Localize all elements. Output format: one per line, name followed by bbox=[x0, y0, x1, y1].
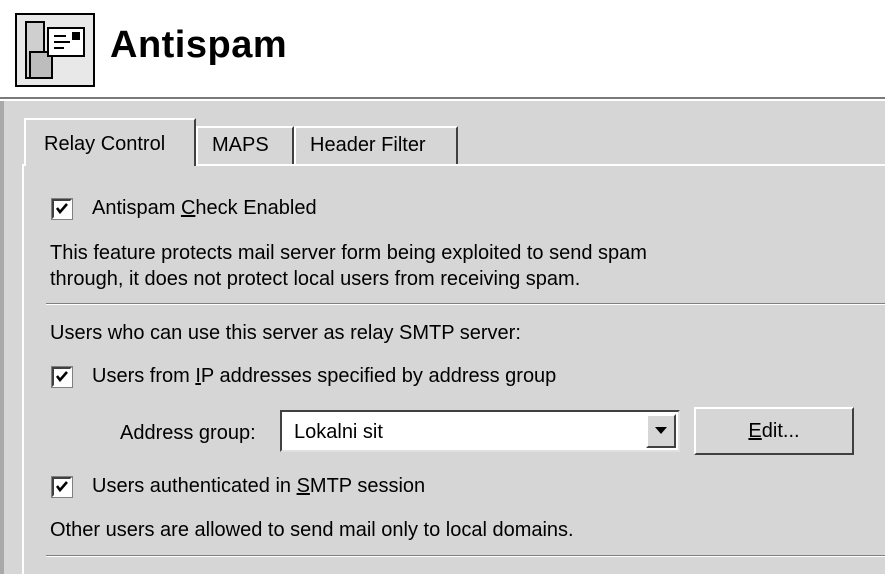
tab-label: Relay Control bbox=[44, 133, 166, 155]
label-text: Users authenticated in bbox=[92, 475, 297, 497]
antispam-check-checkbox[interactable] bbox=[51, 198, 73, 220]
header-divider-highlight bbox=[0, 99, 885, 101]
smtp-auth-label[interactable]: Users authenticated in SMTP session bbox=[92, 475, 425, 498]
window-left-border bbox=[0, 101, 4, 574]
edit-button[interactable]: Edit... bbox=[694, 407, 854, 455]
header-banner: Antispam bbox=[0, 0, 885, 98]
tab-maps[interactable]: MAPS bbox=[196, 126, 294, 164]
label-text: P addresses specified by address group bbox=[200, 365, 557, 387]
mail-server-icon bbox=[14, 12, 96, 88]
smtp-auth-checkbox[interactable] bbox=[51, 476, 73, 498]
tab-relay-control[interactable]: Relay Control bbox=[24, 118, 196, 166]
separator bbox=[46, 303, 885, 304]
button-label: dit... bbox=[761, 420, 800, 442]
chevron-down-icon bbox=[655, 427, 667, 434]
button-accelerator: E bbox=[748, 420, 762, 442]
tab-label: Header Filter bbox=[310, 134, 426, 156]
label-text: Users from bbox=[92, 365, 196, 387]
label-text: Antispam bbox=[92, 197, 181, 219]
relay-heading: Users who can use this server as relay S… bbox=[50, 322, 521, 344]
footer-note: Other users are allowed to send mail onl… bbox=[50, 519, 574, 541]
tab-label: MAPS bbox=[212, 134, 269, 156]
tab-header-filter[interactable]: Header Filter bbox=[294, 126, 458, 164]
label-text: heck Enabled bbox=[195, 197, 317, 219]
checkmark-icon bbox=[55, 481, 68, 493]
ip-users-checkbox[interactable] bbox=[51, 366, 73, 388]
address-group-label: Address group: bbox=[120, 422, 256, 444]
label-accelerator: S bbox=[296, 475, 310, 497]
address-group-value: Lokalni sit bbox=[294, 421, 383, 443]
page-title: Antispam bbox=[110, 24, 288, 66]
label-accelerator: C bbox=[180, 197, 196, 219]
checkmark-icon bbox=[55, 203, 68, 215]
address-group-select[interactable]: Lokalni sit bbox=[280, 410, 680, 452]
description-line-2: through, it does not protect local users… bbox=[50, 268, 581, 290]
separator bbox=[46, 555, 885, 556]
tab-panel-border-left bbox=[22, 164, 24, 574]
label-text: MTP session bbox=[309, 475, 426, 497]
dropdown-arrow-button[interactable] bbox=[646, 414, 676, 448]
antispam-check-label[interactable]: Antispam Check Enabled bbox=[92, 197, 317, 220]
description-line-1: This feature protects mail server form b… bbox=[50, 242, 647, 264]
ip-users-label[interactable]: Users from IP addresses specified by add… bbox=[92, 365, 556, 388]
checkmark-icon bbox=[55, 371, 68, 383]
